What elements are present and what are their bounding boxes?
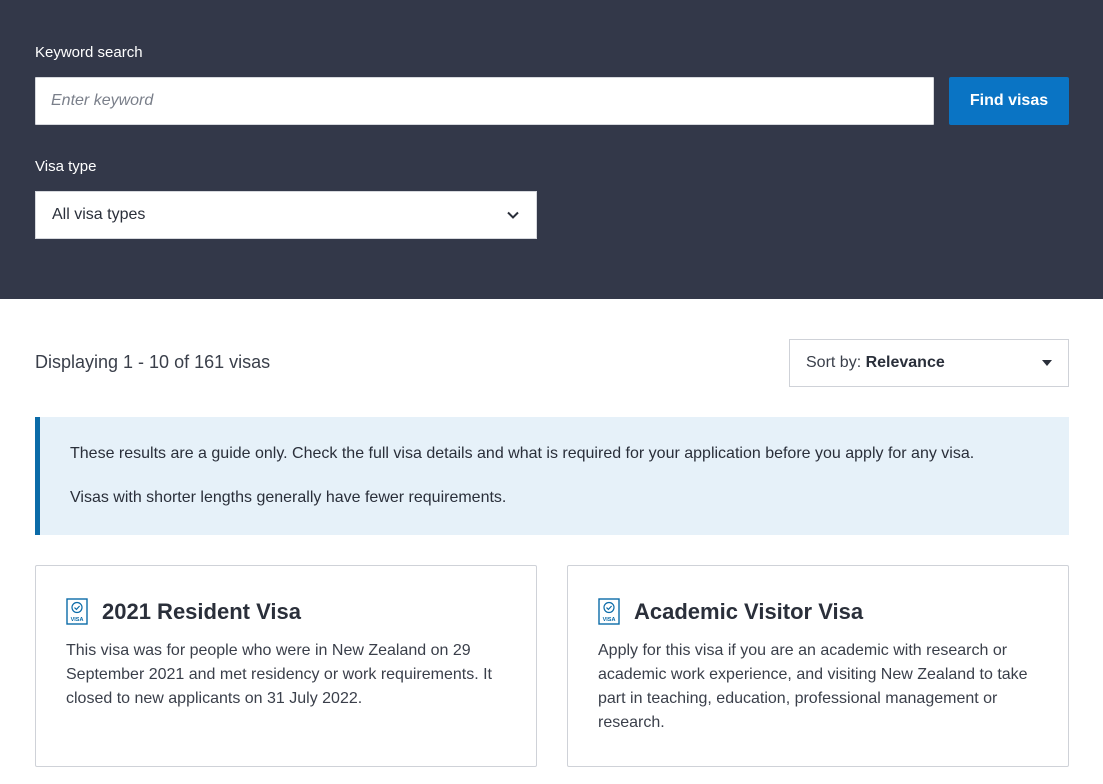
sort-value: Relevance [865, 354, 945, 371]
keyword-search-input[interactable] [35, 77, 934, 125]
svg-text:VISA: VISA [71, 617, 84, 623]
visa-card-description: Apply for this visa if you are an academ… [598, 642, 1028, 731]
notice-line-2: Visas with shorter lengths generally hav… [70, 489, 507, 506]
visa-type-label: Visa type [35, 158, 97, 175]
sort-text: Sort by: Relevance [806, 354, 1042, 372]
sort-prefix: Sort by: [806, 354, 866, 371]
svg-text:VISA: VISA [603, 617, 616, 623]
visa-card-description: This visa was for people who were in New… [66, 642, 492, 707]
visa-type-selected-value: All visa types [52, 206, 146, 223]
visa-icon: VISA [66, 598, 88, 625]
keyword-search-label: Keyword search [35, 44, 143, 61]
caret-down-icon [1042, 360, 1052, 366]
visa-card[interactable]: VISA Academic Visitor Visa Apply for thi… [567, 565, 1069, 767]
find-visas-button[interactable]: Find visas [949, 77, 1069, 125]
visa-card[interactable]: VISA 2021 Resident Visa This visa was fo… [35, 565, 537, 767]
results-count: Displaying 1 - 10 of 161 visas [35, 352, 271, 372]
visa-icon: VISA [598, 598, 620, 625]
sort-select[interactable]: Sort by: Relevance [789, 339, 1069, 387]
visa-card-title[interactable]: 2021 Resident Visa [102, 599, 301, 625]
chevron-down-icon [507, 211, 519, 219]
notice-line-1: These results are a guide only. Check th… [70, 445, 975, 462]
guide-notice: These results are a guide only. Check th… [35, 417, 1069, 535]
search-panel: Keyword search Find visas Visa type All … [0, 0, 1103, 299]
visa-card-title[interactable]: Academic Visitor Visa [634, 599, 863, 625]
card-header: VISA Academic Visitor Visa [598, 598, 1038, 625]
card-header: VISA 2021 Resident Visa [66, 598, 506, 625]
visa-type-select[interactable]: All visa types [35, 191, 537, 239]
